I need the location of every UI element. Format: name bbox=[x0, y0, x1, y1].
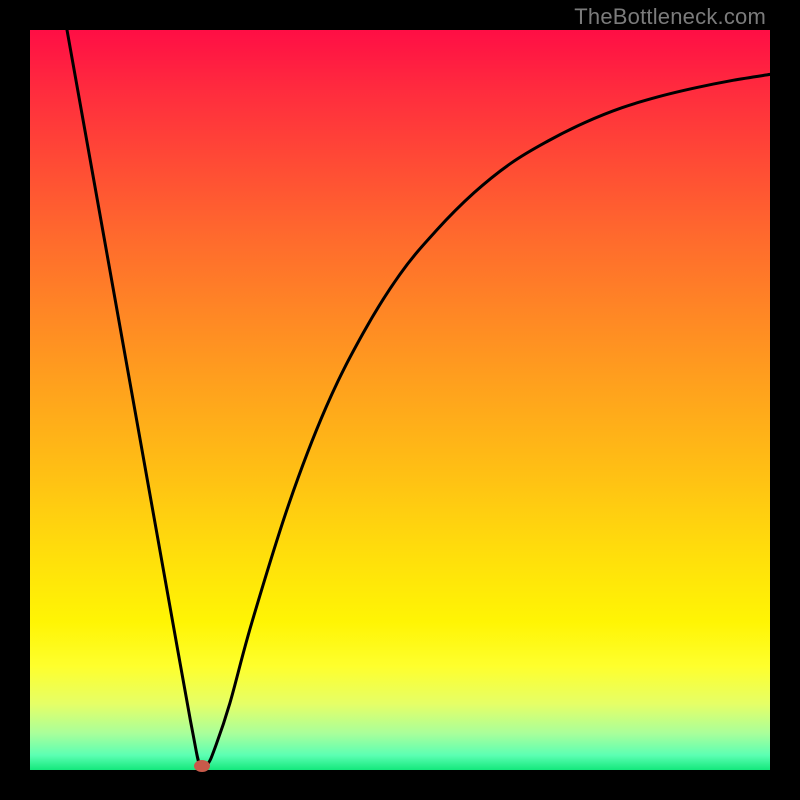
curve-svg bbox=[30, 30, 770, 770]
bottleneck-curve bbox=[67, 30, 770, 769]
border-bottom bbox=[0, 770, 800, 800]
border-right bbox=[770, 0, 800, 800]
border-left bbox=[0, 0, 30, 800]
chart-frame: TheBottleneck.com bbox=[0, 0, 800, 800]
watermark-text: TheBottleneck.com bbox=[574, 4, 766, 30]
optimal-point-marker bbox=[194, 760, 210, 772]
